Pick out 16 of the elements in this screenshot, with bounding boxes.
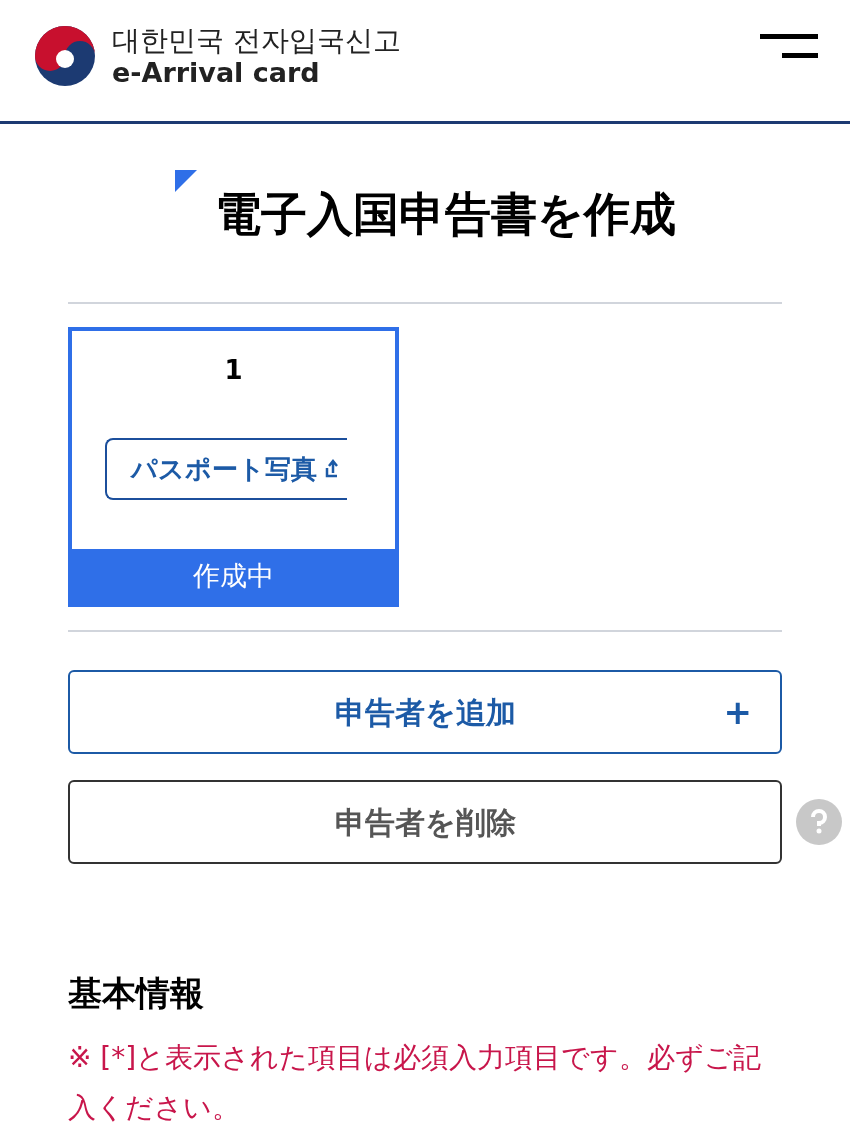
passport-photo-upload-button[interactable]: パスポート写真 — [105, 438, 347, 500]
title-corner-icon — [174, 170, 197, 192]
applicant-card[interactable]: 1 パスポート写真 作成中 — [68, 327, 399, 607]
upload-icon — [325, 459, 339, 479]
plus-icon: + — [723, 686, 752, 738]
add-applicant-button[interactable]: 申告者を追加 + — [68, 670, 782, 754]
menu-icon[interactable] — [760, 33, 818, 58]
site-title-english: e-Arrival card — [112, 57, 321, 89]
page-title: 電子入国申告書を作成 — [214, 186, 676, 243]
section-heading: 基本情報 — [68, 972, 205, 1015]
taegeuk-logo-icon — [34, 25, 96, 88]
site-title-korean: 대한민국 전자입국신고 — [112, 24, 401, 58]
required-notice: ※ [*]と表示された項目は必須入力項目です。必ずご記入ください。 — [68, 1040, 763, 1126]
applicant-number: 1 — [224, 354, 243, 387]
delete-applicant-button[interactable]: 申告者を削除 — [68, 780, 782, 864]
status-bar: 作成中 — [72, 549, 395, 603]
